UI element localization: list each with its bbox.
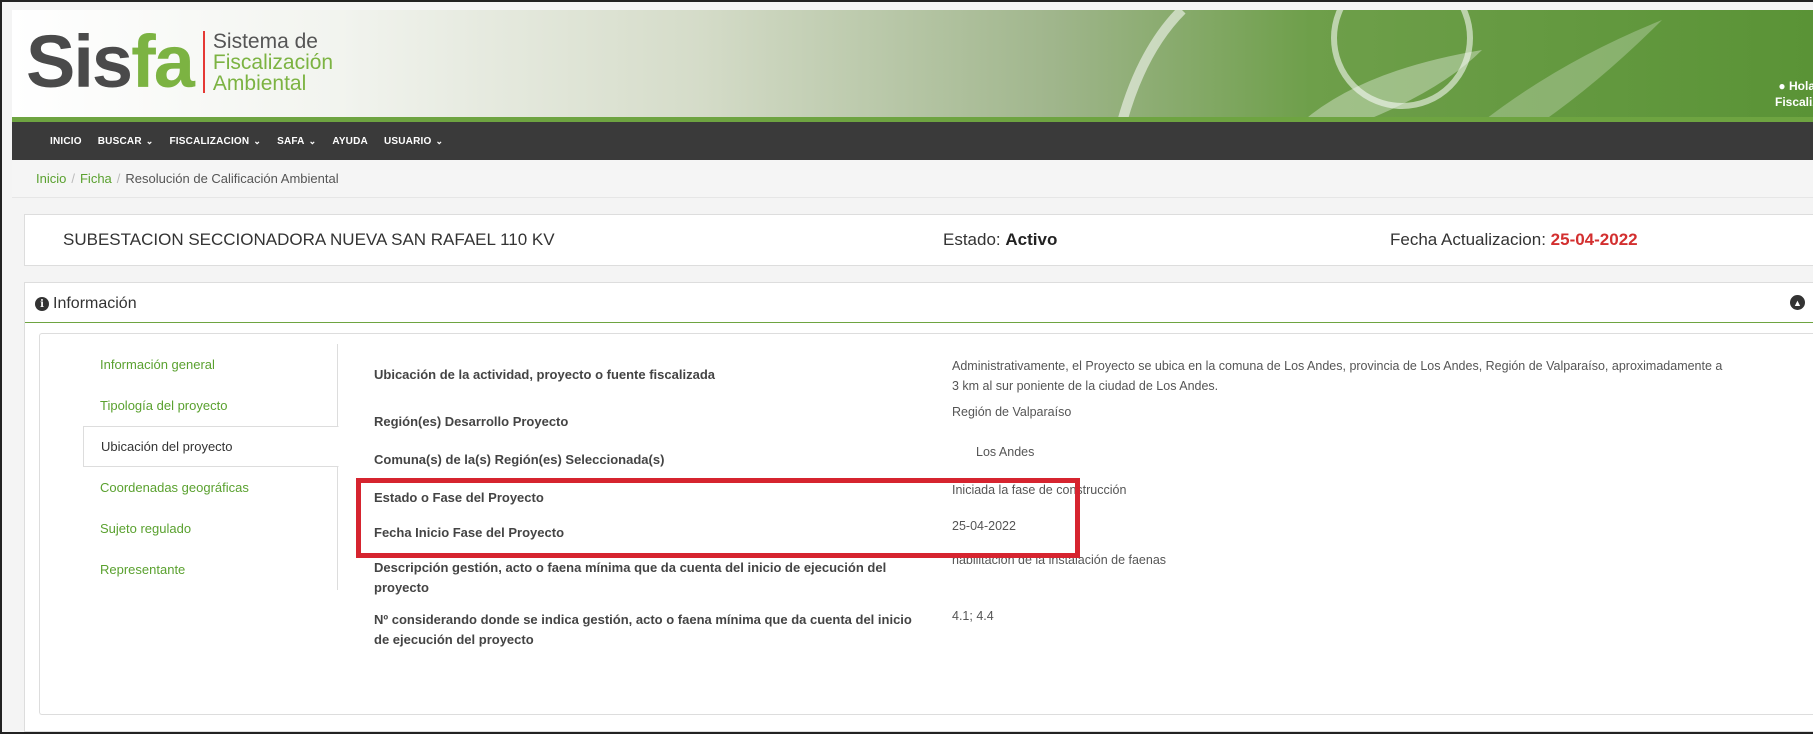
- breadcrumb-inicio[interactable]: Inicio: [36, 171, 66, 186]
- nav-ayuda[interactable]: AYUDA: [332, 136, 368, 147]
- field-value: Los Andes: [976, 445, 1035, 459]
- logo-subtitle: Sistema de Fiscalización Ambiental: [212, 29, 334, 95]
- chevron-down-icon: ⌄: [253, 135, 262, 146]
- main-navbar: INICIO BUSCAR ⌄ FISCALIZACION ⌄ SAFA ⌄ AYUD…: [12, 122, 1813, 160]
- header-banner: Sisfa Sistema de Fiscalización Ambiental…: [12, 10, 1813, 122]
- tab-representante[interactable]: Representante: [40, 549, 338, 590]
- project-status: Estado: Activo: [943, 230, 1058, 249]
- field-label: Comuna(s) de la(s) Región(es) Selecciona…: [374, 452, 665, 467]
- field-label: Fecha Inicio Fase del Proyecto: [374, 525, 565, 540]
- sisfa-logo[interactable]: Sisfa Sistema de Fiscalización Ambiental: [26, 22, 333, 102]
- panel-body: Información general Tipología del proyec…: [39, 333, 1813, 715]
- info-icon: i: [35, 297, 49, 311]
- user-greeting[interactable]: ● Hola Fiscaliz: [1775, 78, 1813, 110]
- field-value: habilitación de la instalación de faenas: [952, 553, 1167, 567]
- nav-buscar[interactable]: BUSCAR ⌄: [98, 136, 154, 147]
- tab-tipologia-proyecto[interactable]: Tipología del proyecto: [40, 385, 338, 426]
- breadcrumb-ficha[interactable]: Ficha: [80, 171, 112, 186]
- side-tabs: Información general Tipología del proyec…: [40, 344, 339, 590]
- project-titlebar: SUBESTACION SECCIONADORA NUEVA SAN RAFAE…: [24, 214, 1813, 266]
- chevron-down-icon: ⌄: [145, 135, 154, 146]
- field-label: Región(es) Desarrollo Proyecto: [374, 414, 569, 429]
- logo-wordmark: Sisfa: [26, 20, 195, 103]
- field-label: Nº considerando donde se indica gestión,…: [374, 612, 912, 647]
- information-panel: i Información ▲ Información general Tipo…: [24, 282, 1813, 732]
- browser-frame: Sisfa Sistema de Fiscalización Ambiental…: [0, 0, 1813, 734]
- update-date-value: 25-04-2022: [1550, 230, 1638, 249]
- tab-ubicacion-proyecto[interactable]: Ubicación del proyecto: [83, 426, 339, 467]
- project-name: SUBESTACION SECCIONADORA NUEVA SAN RAFAE…: [63, 230, 555, 249]
- tab-informacion-general[interactable]: Información general: [40, 344, 338, 385]
- nav-safa[interactable]: SAFA ⌄: [277, 136, 316, 147]
- chevron-down-icon: ⌄: [435, 135, 444, 146]
- breadcrumb-separator: /: [71, 171, 75, 186]
- breadcrumb-separator: /: [116, 171, 121, 186]
- panel-title: i Información: [35, 295, 137, 313]
- field-label: Ubicación de la actividad, proyecto o fu…: [374, 367, 715, 382]
- chevron-down-icon: ⌄: [308, 135, 317, 146]
- breadcrumb-current: Resolución de Calificación Ambiental: [125, 171, 339, 186]
- field-value: 4.1; 4.4: [952, 609, 994, 623]
- logo-divider: [202, 31, 205, 93]
- tab-coordenadas-geograficas[interactable]: Coordenadas geográficas: [40, 467, 338, 508]
- nav-inicio[interactable]: INICIO: [50, 136, 82, 147]
- status-value: Activo: [1005, 230, 1058, 249]
- field-label: Descripción gestión, acto o faena mínima…: [374, 560, 887, 595]
- breadcrumb: Inicio / Ficha / Resolución de Calificac…: [12, 160, 1813, 198]
- field-value: Región de Valparaíso: [952, 405, 1072, 419]
- field-value: Administrativamente, el Proyecto se ubic…: [952, 359, 1723, 393]
- update-date: Fecha Actualizacion: 25-04-2022: [1390, 230, 1638, 249]
- tab-sujeto-regulado[interactable]: Sujeto regulado: [40, 508, 338, 549]
- nav-fiscalizacion[interactable]: FISCALIZACION ⌄: [170, 136, 262, 147]
- nav-usuario[interactable]: USUARIO ⌄: [384, 136, 443, 147]
- field-label: Estado o Fase del Proyecto: [374, 490, 544, 505]
- user-icon: ●: [1778, 79, 1786, 93]
- field-value: Iniciada la fase de construcción: [952, 483, 1127, 497]
- banner-decoration: [1117, 10, 1662, 122]
- field-value: 25-04-2022: [952, 519, 1016, 533]
- panel-header[interactable]: i Información ▲: [25, 283, 1813, 323]
- chevron-up-icon[interactable]: ▲: [1790, 295, 1805, 310]
